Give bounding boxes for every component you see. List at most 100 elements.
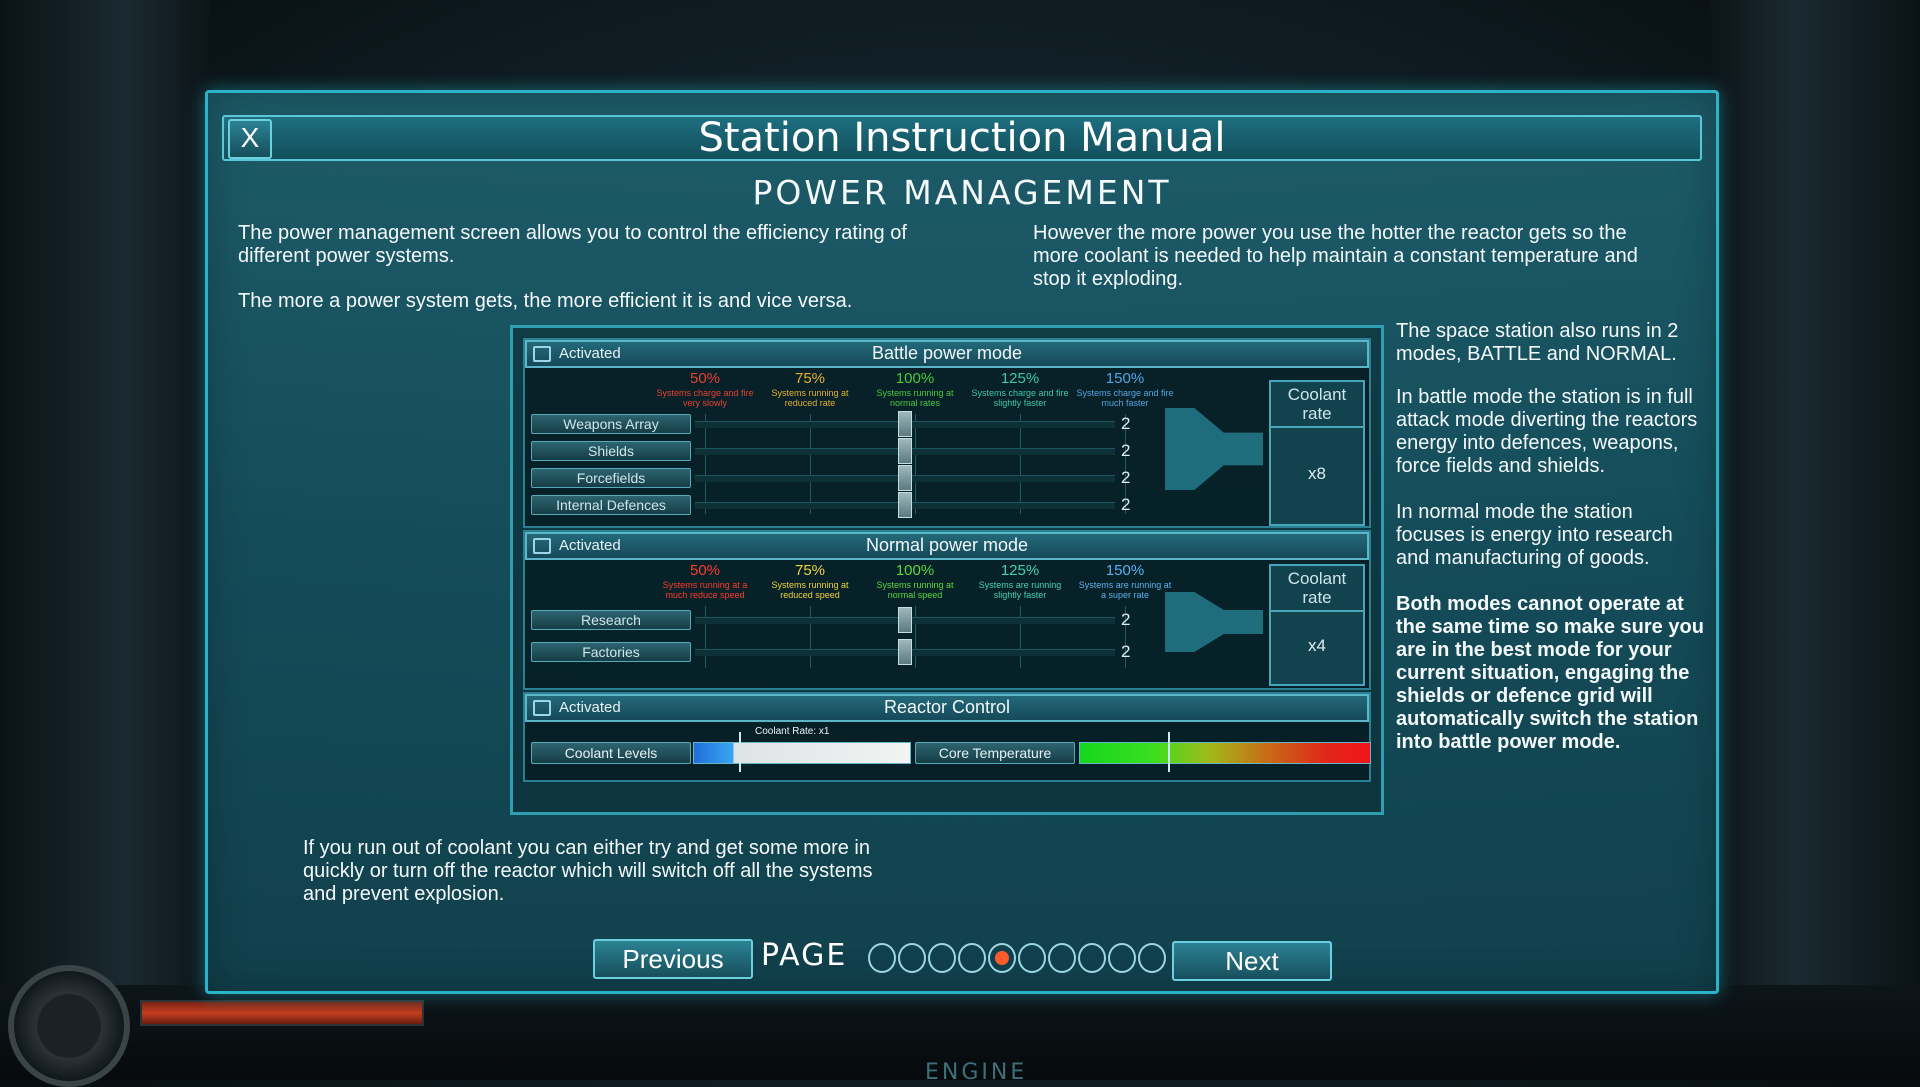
normal-level-gridline: [915, 606, 916, 668]
bg-right-pillar: [1710, 0, 1920, 1080]
coolant-levels-bar: [693, 742, 911, 764]
normal-row-slider-knob[interactable]: [898, 607, 912, 633]
normal-panel-title: Normal power mode: [865, 535, 1029, 555]
normal-row-slider-knob[interactable]: [898, 639, 912, 665]
normal-level-pct: 100%: [895, 562, 935, 579]
battle-panel-header: Activated Battle power mode: [525, 340, 1369, 368]
page-dot-active[interactable]: [988, 943, 1016, 973]
battle-row-value: 2: [1121, 441, 1131, 460]
battle-row-slider-knob[interactable]: [898, 465, 912, 491]
battle-level-gridline: [810, 414, 811, 514]
section-title: Power Management: [752, 173, 1172, 212]
power-diagram: Activated Battle power mode 50% Systems c…: [510, 325, 1384, 815]
page-dot[interactable]: [1108, 943, 1136, 973]
normal-level-desc: Systems are running at a super rate: [1078, 580, 1172, 600]
battle-level-pct: 50%: [689, 370, 721, 387]
normal-coolant-label: Coolant rate: [1271, 566, 1363, 612]
bg-left-pillar: [0, 0, 210, 1080]
normal-flow-connector: [1165, 592, 1263, 652]
side-paragraph-3: In normal mode the station focuses is en…: [1396, 501, 1673, 569]
battle-row-value: 2: [1121, 414, 1131, 433]
coolant-levels-label: Coolant Levels: [531, 742, 691, 764]
normal-row-value: 2: [1121, 642, 1131, 661]
battle-level-desc: Systems running at reduced rate: [771, 388, 849, 408]
battle-panel-title: Battle power mode: [871, 343, 1023, 363]
normal-row-value: 2: [1121, 610, 1131, 629]
battle-level-gridline: [1020, 414, 1021, 514]
engine-label: ENGINE: [925, 1060, 1028, 1085]
normal-level-pct: 150%: [1105, 562, 1145, 579]
battle-row-slider-knob[interactable]: [898, 411, 912, 437]
battle-level-desc: Systems charge and fire slightly faster: [971, 388, 1069, 408]
battle-row-label: Forcefields: [531, 468, 691, 488]
footer-paragraph: If you run out of coolant you can either…: [303, 837, 873, 905]
normal-row-label: Factories: [531, 642, 691, 662]
normal-row-label: Research: [531, 610, 691, 630]
page-dot[interactable]: [1018, 943, 1046, 973]
battle-row-label: Weapons Array: [531, 414, 691, 434]
side-paragraph-4: Both modes cannot operate at the same ti…: [1396, 593, 1704, 753]
coolant-level-marker[interactable]: [739, 732, 741, 772]
battle-level-desc: Systems charge and fire much faster: [1076, 388, 1174, 408]
coolant-rate-caption: Coolant Rate: x1: [755, 726, 830, 737]
core-temperature-marker[interactable]: [1168, 732, 1170, 772]
normal-level-desc: Systems are running slightly faster: [978, 580, 1062, 600]
intro-paragraph-1: The power management screen allows you t…: [238, 222, 907, 267]
page-label: PAGE: [761, 938, 848, 973]
page-dot[interactable]: [868, 943, 896, 973]
battle-level-pct: 125%: [1000, 370, 1040, 387]
next-button[interactable]: Next: [1172, 941, 1332, 981]
battle-coolant-box: Coolant rate x8: [1269, 380, 1365, 526]
battle-power-panel: Activated Battle power mode 50% Systems c…: [523, 338, 1371, 528]
normal-level-desc: Systems running at a much reduce speed: [662, 580, 748, 600]
battle-row-slider-knob[interactable]: [898, 438, 912, 464]
reactor-panel-header: Activated Reactor Control: [525, 694, 1369, 722]
page-dot[interactable]: [1048, 943, 1076, 973]
battle-level-desc: Systems running at normal rates: [876, 388, 954, 408]
battle-row-label: Internal Defences: [531, 495, 691, 515]
hud-power-bar: [140, 1000, 424, 1026]
battle-coolant-value: x8: [1308, 464, 1326, 483]
instruction-manual-window: X Station Instruction Manual Power Manag…: [205, 90, 1719, 994]
normal-level-pct: 50%: [689, 562, 721, 579]
core-temperature-label: Core Temperature: [915, 742, 1075, 764]
window-title: Station Instruction Manual: [698, 115, 1226, 161]
normal-coolant-box: Coolant rate x4: [1269, 564, 1365, 686]
battle-row-value: 2: [1121, 495, 1131, 514]
intro-paragraph-2: The more a power system gets, the more e…: [238, 290, 853, 312]
page-dot[interactable]: [928, 943, 956, 973]
battle-level-pct: 150%: [1105, 370, 1145, 387]
page-dot[interactable]: [1078, 943, 1106, 973]
normal-power-panel: Activated Normal power mode 50% Systems r…: [523, 530, 1371, 690]
side-paragraph-1: The space station also runs in 2 modes, …: [1396, 320, 1679, 365]
normal-level-gridline: [810, 606, 811, 668]
battle-level-gridline: [705, 414, 706, 514]
reactor-control-panel: Activated Reactor Control Coolant Levels…: [523, 692, 1371, 782]
battle-level-gridline: [915, 414, 916, 514]
dial-gauge-icon: [8, 965, 130, 1087]
battle-level-desc: Systems charge and fire very slowly: [656, 388, 754, 408]
battle-row-slider-knob[interactable]: [898, 492, 912, 518]
previous-button[interactable]: Previous: [593, 939, 753, 979]
page-dot[interactable]: [958, 943, 986, 973]
battle-level-pct: 75%: [794, 370, 826, 387]
core-temperature-bar: [1079, 742, 1371, 764]
battle-row-value: 2: [1121, 468, 1131, 487]
normal-level-desc: Systems running at reduced speed: [771, 580, 849, 600]
battle-level-pct: 100%: [895, 370, 935, 387]
normal-level-desc: Systems running at normal speed: [876, 580, 954, 600]
side-paragraph-2: In battle mode the station is in full at…: [1396, 386, 1698, 477]
normal-coolant-value: x4: [1308, 636, 1326, 655]
reactor-panel-title: Reactor Control: [883, 697, 1011, 717]
intro-paragraph-3: However the more power you use the hotte…: [1033, 222, 1638, 290]
normal-panel-header: Activated Normal power mode: [525, 532, 1369, 560]
normal-level-gridline: [1020, 606, 1021, 668]
title-bar: X Station Instruction Manual: [222, 115, 1702, 161]
battle-coolant-label: Coolant rate: [1271, 382, 1363, 428]
page-dot[interactable]: [1138, 943, 1166, 973]
battle-flow-connector: [1165, 408, 1263, 490]
normal-level-gridline: [705, 606, 706, 668]
normal-level-pct: 125%: [1000, 562, 1040, 579]
battle-row-label: Shields: [531, 441, 691, 461]
page-dot[interactable]: [898, 943, 926, 973]
